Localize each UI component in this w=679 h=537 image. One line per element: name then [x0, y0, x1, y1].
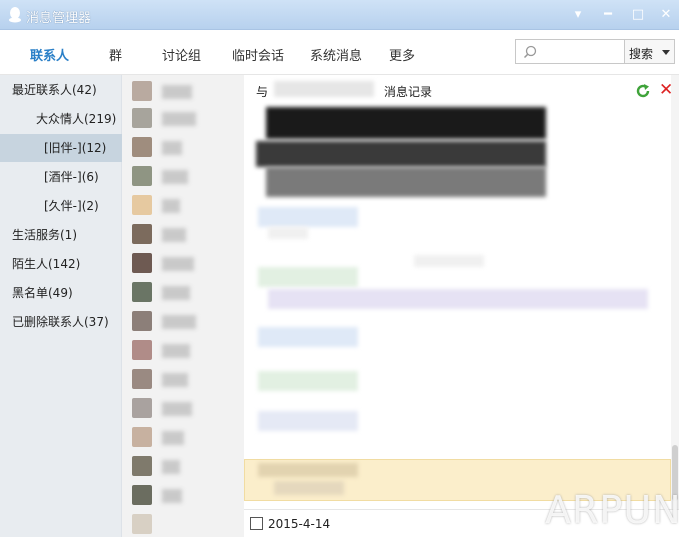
message-image-blurred: [266, 167, 546, 197]
message-text-blurred: [268, 227, 308, 239]
message-timestamp-blurred: [258, 207, 358, 227]
contact-name-blurred: [274, 81, 374, 97]
contact-name-blurred: [162, 199, 180, 213]
sidebar-item-strangers[interactable]: 陌生人(142): [0, 250, 122, 278]
contact-name-blurred: [162, 170, 188, 184]
message-timestamp-blurred: [258, 327, 358, 347]
sidebar-item-deleted[interactable]: 已删除联系人(37): [0, 308, 122, 336]
message-image-blurred: [266, 107, 546, 139]
search-icon: [523, 45, 537, 59]
contact-name-blurred: [162, 373, 188, 387]
close-button[interactable]: ✕: [655, 5, 677, 25]
contact-name-blurred: [162, 286, 190, 300]
avatar: [132, 369, 152, 389]
sidebar-item-services[interactable]: 生活服务(1): [0, 221, 122, 249]
search-input[interactable]: [540, 40, 620, 61]
menu-dropdown-button[interactable]: ▾: [567, 5, 589, 25]
minimize-button[interactable]: ━: [597, 5, 619, 25]
avatar: [132, 514, 152, 534]
sidebar-item-group-1[interactable]: 大众情人(219): [0, 105, 122, 133]
sidebar-item-group-2[interactable]: [旧伴-](12): [0, 134, 122, 162]
contact-name-blurred: [162, 402, 192, 416]
message-text-blurred: [414, 255, 484, 267]
calendar-icon[interactable]: [250, 517, 263, 530]
contact-name-blurred: [162, 460, 180, 474]
history-header-prefix: 与: [256, 85, 269, 99]
avatar: [132, 166, 152, 186]
message-history-pane: 与 消息记录 ✕ 2015-4-14: [244, 75, 679, 537]
history-header-suffix: 消息记录: [384, 85, 433, 99]
search-button-label: 搜索: [629, 47, 654, 61]
scrollbar[interactable]: [671, 75, 679, 509]
message-image-blurred: [256, 141, 546, 167]
sidebar-item-blacklist[interactable]: 黑名单(49): [0, 279, 122, 307]
contact-name-blurred: [162, 257, 194, 271]
tab-more[interactable]: 更多: [389, 45, 415, 64]
search-button[interactable]: 搜索: [625, 39, 675, 64]
chevron-down-icon[interactable]: [662, 50, 670, 55]
title-bar: 消息管理器 ▾ ━ □ ✕: [0, 0, 679, 30]
contact-name-blurred: [162, 141, 182, 155]
message-timestamp-blurred: [258, 371, 358, 391]
qq-penguin-icon: [9, 7, 21, 23]
history-date: 2015-4-14: [268, 517, 331, 531]
avatar: [132, 311, 152, 331]
contact-name-blurred: [162, 344, 190, 358]
tab-system-messages[interactable]: 系统消息: [310, 45, 362, 64]
maximize-button[interactable]: □: [627, 5, 649, 25]
tab-groups[interactable]: 群: [109, 45, 122, 64]
avatar: [132, 427, 152, 447]
avatar: [132, 253, 152, 273]
message-timestamp-blurred: [258, 463, 358, 477]
contact-list[interactable]: [122, 75, 244, 537]
refresh-icon[interactable]: [635, 83, 651, 99]
avatar: [132, 398, 152, 418]
message-text-blurred: [274, 481, 344, 495]
sidebar-item-group-3[interactable]: [酒伴-](6): [0, 163, 122, 191]
search-box: [515, 39, 625, 64]
window-title: 消息管理器: [26, 11, 92, 26]
contact-name-blurred: [162, 315, 196, 329]
avatar: [132, 224, 152, 244]
avatar: [132, 195, 152, 215]
contact-name-blurred: [162, 489, 182, 503]
contact-name-blurred: [162, 85, 192, 99]
contact-groups-sidebar: 最近联系人(42) 大众情人(219) [旧伴-](12) [酒伴-](6) […: [0, 75, 122, 537]
message-timestamp-blurred: [258, 411, 358, 431]
avatar: [132, 340, 152, 360]
message-text-blurred: [268, 289, 648, 309]
sidebar-item-recent[interactable]: 最近联系人(42): [0, 76, 122, 104]
message-timestamp-blurred: [258, 267, 358, 287]
avatar: [132, 282, 152, 302]
avatar: [132, 456, 152, 476]
watermark: ARPUN: [545, 488, 679, 532]
tab-temp-sessions[interactable]: 临时会话: [232, 45, 284, 64]
sidebar-item-group-4[interactable]: [久伴-](2): [0, 192, 122, 220]
contact-name-blurred: [162, 112, 196, 126]
tab-contacts[interactable]: 联系人: [30, 45, 69, 64]
avatar: [132, 137, 152, 157]
tab-bar: 联系人 群 讨论组 临时会话 系统消息 更多 搜索: [0, 31, 679, 75]
avatar: [132, 81, 152, 101]
tab-discussions[interactable]: 讨论组: [162, 45, 201, 64]
contact-name-blurred: [162, 228, 186, 242]
avatar: [132, 108, 152, 128]
contact-name-blurred: [162, 431, 184, 445]
avatar: [132, 485, 152, 505]
